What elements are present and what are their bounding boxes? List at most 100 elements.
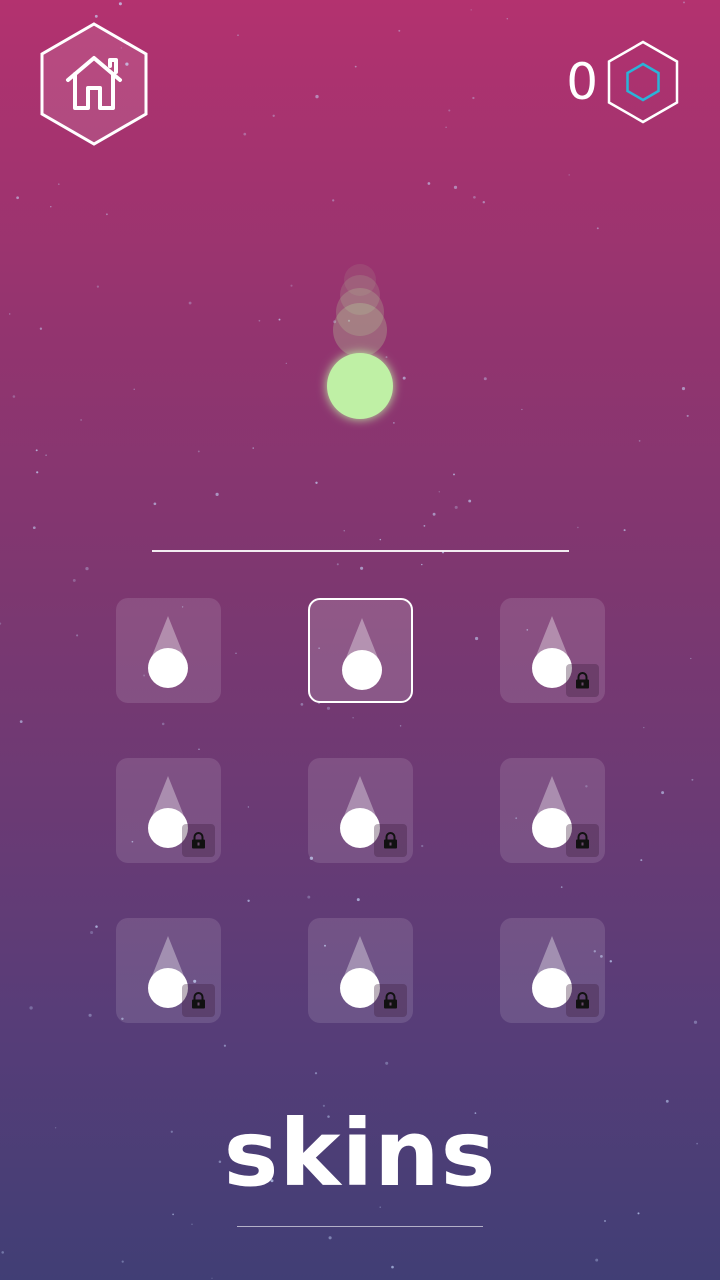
star xyxy=(643,726,645,729)
star xyxy=(50,206,52,208)
star xyxy=(8,313,11,315)
star xyxy=(0,622,2,625)
star xyxy=(90,930,94,935)
hexagon-coin-icon xyxy=(607,40,679,124)
home-button[interactable] xyxy=(38,22,150,146)
skin-slot[interactable] xyxy=(116,598,221,703)
star xyxy=(76,634,79,637)
star xyxy=(258,319,261,322)
star xyxy=(521,408,523,411)
star xyxy=(693,1020,698,1024)
star xyxy=(379,538,382,541)
skin-grid xyxy=(116,598,606,1024)
star xyxy=(603,1219,607,1223)
star xyxy=(29,1006,33,1010)
star xyxy=(577,526,579,529)
lock-icon xyxy=(566,664,599,697)
star xyxy=(438,491,440,493)
star xyxy=(315,94,319,99)
star xyxy=(470,9,472,11)
star xyxy=(568,174,570,176)
lock-icon xyxy=(566,984,599,1017)
star xyxy=(45,454,47,457)
star xyxy=(36,471,39,474)
star xyxy=(172,1213,174,1216)
skin-slot[interactable] xyxy=(308,598,413,703)
skin-slot[interactable] xyxy=(500,598,605,703)
star xyxy=(223,1044,227,1047)
star xyxy=(215,492,219,496)
star xyxy=(32,526,36,530)
star xyxy=(681,387,686,391)
star xyxy=(432,512,436,516)
star xyxy=(690,657,692,660)
star xyxy=(252,447,254,449)
star xyxy=(80,419,82,421)
skin-slot[interactable] xyxy=(500,918,605,1023)
star xyxy=(88,1013,92,1017)
star xyxy=(19,720,23,723)
star xyxy=(237,34,239,36)
star xyxy=(314,1072,318,1075)
star xyxy=(661,791,665,795)
star xyxy=(272,114,275,117)
star xyxy=(118,2,122,6)
coin-counter: 0 xyxy=(566,40,680,124)
star xyxy=(58,183,60,185)
star xyxy=(472,96,475,100)
star xyxy=(211,1277,213,1279)
star xyxy=(188,301,192,305)
star xyxy=(72,578,76,582)
star xyxy=(453,185,458,189)
skin-slot[interactable] xyxy=(308,758,413,863)
star xyxy=(506,17,509,20)
star xyxy=(448,109,451,112)
star xyxy=(35,449,38,452)
star xyxy=(354,65,357,68)
star xyxy=(332,199,335,202)
star xyxy=(453,473,455,476)
star xyxy=(391,1265,394,1269)
title-underline xyxy=(237,1226,483,1227)
star xyxy=(637,1212,640,1215)
star xyxy=(96,285,99,288)
star xyxy=(278,318,281,321)
star xyxy=(683,1,685,4)
coin-count: 0 xyxy=(566,53,598,111)
lock-icon xyxy=(374,984,407,1017)
star xyxy=(665,1099,669,1103)
lock-icon xyxy=(182,984,215,1017)
skin-slot[interactable] xyxy=(500,758,605,863)
star xyxy=(133,388,135,390)
star xyxy=(153,502,157,506)
preview-ball xyxy=(327,264,393,419)
star xyxy=(473,195,476,199)
star xyxy=(423,524,426,527)
star xyxy=(421,563,423,566)
star xyxy=(623,529,626,532)
skin-slot[interactable] xyxy=(308,918,413,1023)
star xyxy=(360,566,364,570)
star xyxy=(191,1223,193,1225)
lock-icon xyxy=(566,824,599,857)
star xyxy=(197,450,200,453)
star xyxy=(12,395,16,398)
star xyxy=(482,200,486,204)
star xyxy=(336,563,339,566)
star xyxy=(328,1236,332,1240)
star xyxy=(315,481,318,484)
skin-slot[interactable] xyxy=(116,758,221,863)
star xyxy=(691,778,694,781)
skin-slot[interactable] xyxy=(116,918,221,1023)
star xyxy=(445,126,447,128)
star xyxy=(385,1061,389,1065)
star xyxy=(343,530,345,532)
star xyxy=(106,213,108,216)
divider-line xyxy=(152,550,569,552)
star xyxy=(483,377,487,381)
star xyxy=(39,327,43,330)
star xyxy=(1,1251,4,1254)
lock-icon xyxy=(182,824,215,857)
star xyxy=(85,566,89,571)
home-icon xyxy=(40,22,148,146)
